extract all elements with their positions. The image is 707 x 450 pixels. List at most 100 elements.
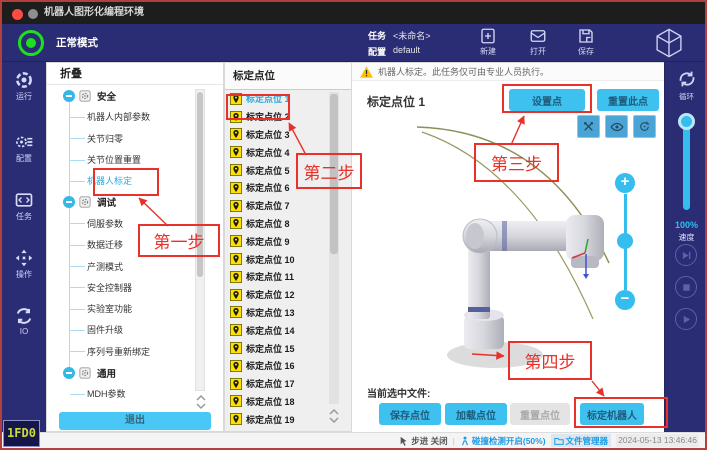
stop-icon [681, 282, 692, 293]
calibration-point-label: 标定点位 2 [246, 110, 290, 123]
run-icon [14, 70, 34, 90]
separator: | [453, 436, 455, 446]
tree-item-label: 产测模式 [87, 260, 123, 273]
chevron-down-icon[interactable] [328, 416, 340, 425]
collapse-minus-icon[interactable] [63, 90, 75, 102]
new-file-icon [479, 27, 497, 45]
zoom-slider-handle[interactable] [617, 233, 633, 249]
tree-scrollbar[interactable] [195, 89, 205, 391]
loop-mode-button[interactable]: 循环 [665, 68, 707, 102]
save-icon [577, 27, 595, 45]
pin-icon [230, 413, 242, 425]
page-title: 标定点位 1 [367, 93, 425, 110]
status-timestamp: 2024-05-13 13:46:46 [616, 434, 699, 447]
left-nav-rail: 运行 配置 任务 操作 IO [2, 62, 46, 432]
calibration-points-panel: 标定点位 标定点位 1 标定点位 2 标定点位 3 标定点位 4 标定点位 5 [224, 62, 352, 432]
step-next-button[interactable] [675, 244, 697, 266]
calibration-point-label: 标定点位 3 [246, 128, 290, 141]
points-scrollbar-thumb[interactable] [330, 94, 338, 254]
points-scroll-arrows[interactable] [328, 407, 340, 425]
tree-item-label: 固件升级 [87, 323, 123, 336]
speed-label: 速度 [665, 232, 707, 243]
zoom-in-button[interactable]: + [615, 173, 635, 193]
calibration-point-label: 标定点位 14 [246, 324, 295, 337]
config-value: default [393, 45, 420, 58]
folder-icon [554, 436, 564, 446]
calibration-point-label: 标定点位 6 [246, 181, 290, 194]
settings-tree-panel: 折叠 安全 机器人内部参数关节归零关节位置重置机器人标定 调试 伺服参数数据迁移… [46, 62, 224, 432]
pin-icon [230, 146, 242, 158]
collapse-minus-icon[interactable] [63, 196, 75, 208]
sidebar-label-run: 运行 [2, 91, 46, 102]
collapse-minus-icon[interactable] [63, 367, 75, 379]
minimize-window-icon[interactable] [28, 9, 38, 19]
tree-item-label: 伺服参数 [87, 217, 123, 230]
points-scrollbar[interactable] [329, 92, 339, 404]
window-titlebar: 机器人图形化编程环境 [2, 2, 705, 24]
sidebar-item-config[interactable]: 配置 [2, 132, 46, 164]
new-task-label: 新建 [468, 46, 508, 57]
tree-scrollbar-thumb[interactable] [197, 92, 203, 277]
new-task-button[interactable]: 新建 [468, 27, 508, 57]
sidebar-label-config: 配置 [2, 153, 46, 164]
pin-icon [230, 217, 242, 229]
calibration-point-label: 标定点位 9 [246, 235, 290, 248]
sidebar-item-run[interactable]: 运行 [2, 70, 46, 102]
collision-detection-status[interactable]: 碰撞检测开启(50%) [460, 435, 546, 447]
speed-slider-handle[interactable] [678, 113, 695, 130]
tree-scroll-arrows[interactable] [195, 393, 207, 411]
sidebar-label-operate: 操作 [2, 269, 46, 280]
config-icon [14, 132, 34, 152]
calibration-point-label: 标定点位 19 [246, 413, 295, 426]
chevron-up-icon[interactable] [195, 393, 207, 402]
close-window-icon[interactable] [12, 9, 23, 20]
tree-item-label: 实验室功能 [87, 302, 132, 315]
pin-icon [230, 324, 242, 336]
gear-icon [79, 90, 91, 102]
pin-icon [230, 111, 242, 123]
file-manager-button[interactable]: 文件管理器 [551, 434, 612, 447]
exit-button[interactable]: 退出 [59, 412, 211, 430]
warning-icon [360, 66, 373, 78]
step-mode-status[interactable]: 步进 关闭 [399, 435, 447, 447]
open-task-label: 打开 [518, 46, 558, 57]
calibrate-robot-button[interactable]: 标定机器人 [580, 403, 644, 425]
calibration-point-label: 标定点位 8 [246, 217, 290, 230]
pin-icon [230, 378, 242, 390]
pin-icon [230, 342, 242, 354]
window-title: 机器人图形化编程环境 [44, 2, 144, 24]
save-task-button[interactable]: 保存 [566, 27, 606, 57]
chevron-up-icon[interactable] [328, 407, 340, 416]
sidebar-item-operate[interactable]: 操作 [2, 248, 46, 280]
calibration-point-label: 标定点位 17 [246, 377, 295, 390]
pin-icon [230, 235, 242, 247]
right-control-rail: 循环 100% 速度 [664, 62, 707, 432]
sidebar-item-io[interactable]: IO [2, 306, 46, 336]
warning-bar: 机器人标定。此任务仅可由专业人员执行。 [352, 63, 664, 81]
pin-icon [230, 271, 242, 283]
play-button[interactable] [675, 308, 697, 330]
tree-item-label: 数据迁移 [87, 238, 123, 251]
sidebar-item-task[interactable]: 任务 [2, 190, 46, 222]
load-points-button[interactable]: 加载点位 [445, 403, 507, 425]
reset-this-point-button[interactable]: 重置此点 [597, 89, 659, 111]
calibration-point-label: 标定点位 4 [246, 146, 290, 159]
config-label: 配置 [368, 45, 386, 58]
tree-item-label: 机器人内部参数 [87, 110, 150, 123]
save-points-button[interactable]: 保存点位 [379, 403, 441, 425]
open-task-button[interactable]: 打开 [518, 27, 558, 57]
zoom-out-button[interactable]: − [615, 290, 635, 310]
calibration-point-label: 标定点位 11 [246, 270, 294, 283]
tree-group-label: 通用 [97, 366, 116, 380]
current-file-label: 当前选中文件: [367, 385, 430, 400]
set-point-button[interactable]: 设置点 [509, 89, 585, 111]
chevron-down-icon[interactable] [195, 402, 207, 411]
warning-text: 机器人标定。此任务仅可由专业人员执行。 [378, 65, 549, 78]
play-icon [681, 314, 692, 325]
stop-button[interactable] [675, 276, 697, 298]
robot-3d-viewport[interactable] [352, 123, 664, 385]
open-file-icon [529, 27, 547, 45]
pin-icon [230, 182, 242, 194]
pin-icon [230, 253, 242, 265]
sidebar-label-io: IO [2, 327, 46, 336]
